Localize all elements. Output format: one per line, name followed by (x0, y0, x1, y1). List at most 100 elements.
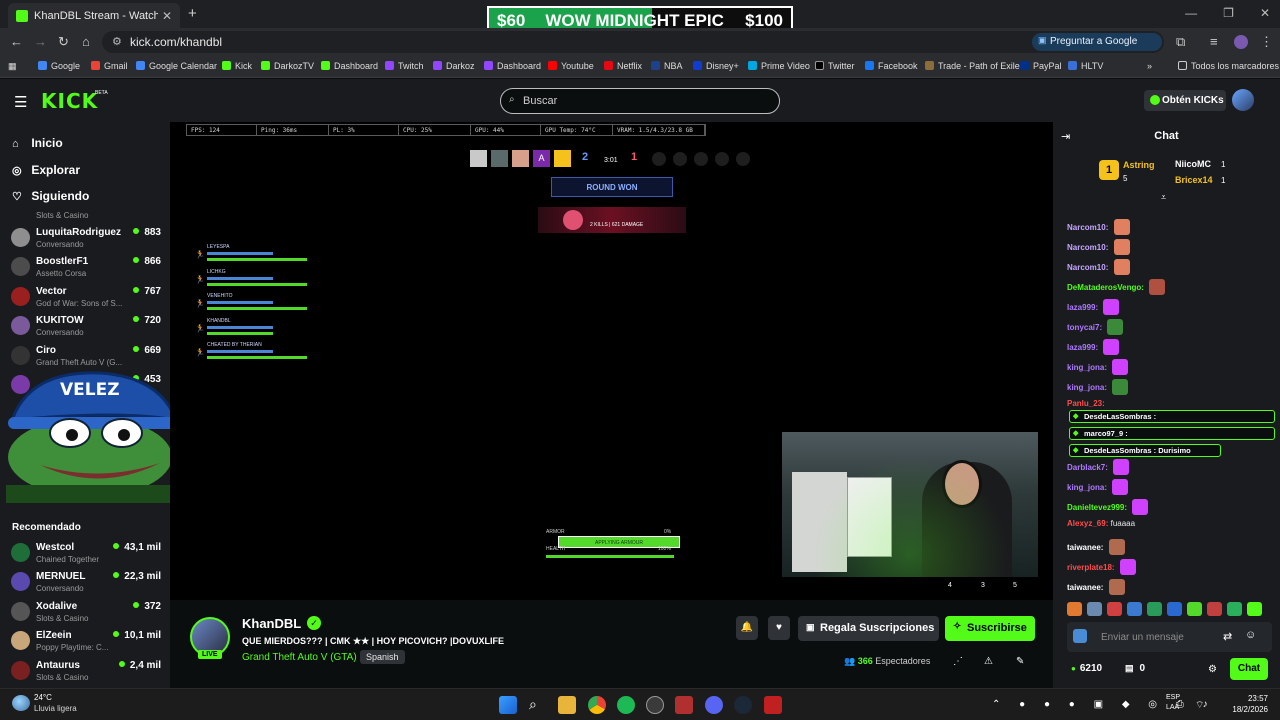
send-chat-button[interactable]: Chat (1230, 658, 1268, 680)
emote-button[interactable] (1207, 602, 1222, 616)
report-icon[interactable]: ⚠ (984, 656, 993, 667)
share-icon[interactable]: ⋰ (953, 656, 963, 667)
clock-time[interactable]: 23:57 (1228, 694, 1268, 703)
video-player[interactable]: FPS: 124 Ping: 36ms PL: 3% CPU: 25% GPU:… (170, 122, 1053, 600)
language-indicator[interactable]: ESP (1166, 694, 1180, 701)
bookmark-item[interactable]: Twitter (815, 61, 855, 71)
gift-subs-button[interactable]: Regala Suscripciones (798, 616, 939, 641)
emote-button[interactable] (1247, 602, 1262, 616)
emote-button[interactable] (1187, 602, 1202, 616)
close-window-icon[interactable]: ✕ (1260, 6, 1270, 20)
extensions-icon[interactable]: ⧉ (1176, 34, 1185, 50)
chrome-icon[interactable] (588, 696, 606, 714)
box-balance[interactable]: 0 (1125, 663, 1146, 674)
bookmark-item[interactable]: Gmail (91, 61, 128, 71)
recommended-channel[interactable]: Xodalive Slots & Casino 372 (11, 598, 161, 626)
following-channel[interactable]: BoostlerF1 Assetto Corsa 866 (11, 253, 161, 281)
bookmark-item[interactable]: Darkoz (433, 61, 475, 71)
ask-google-button[interactable]: Preguntar a Google (1032, 33, 1162, 51)
site-info-icon[interactable]: ⚙ (112, 35, 122, 48)
heart-icon[interactable]: ♥ (768, 616, 790, 640)
emote-button[interactable] (1087, 602, 1102, 616)
bookmark-item[interactable]: Disney+ (693, 61, 739, 71)
bookmark-item[interactable]: NBA (651, 61, 683, 71)
apps-grid-icon[interactable]: ▦ (8, 61, 17, 72)
hamburger-menu-icon[interactable]: ☰ (14, 93, 27, 111)
bookmark-item[interactable]: Trade - Path of Exile (925, 61, 1020, 71)
following-channel[interactable]: KUKITOW Conversando 720 (11, 312, 161, 340)
menu-icon[interactable]: ⋮ (1260, 34, 1273, 50)
recommended-channel[interactable]: MERNUEL Conversando 22,3 mil (11, 568, 161, 596)
home-icon[interactable]: ⌂ (82, 34, 90, 49)
streamer-name[interactable]: KhanDBL (242, 616, 301, 631)
bookmarks-overflow-icon[interactable]: » (1147, 61, 1152, 71)
reload-icon[interactable]: ↻ (58, 34, 69, 50)
translate-icon[interactable]: ⇄ (1223, 630, 1232, 643)
clock-date[interactable]: 18/2/2026 (1220, 705, 1268, 714)
bookmark-item[interactable]: HLTV (1068, 61, 1103, 71)
nav-following[interactable]: ♡ Siguiendo (12, 189, 89, 203)
following-channel[interactable]: Vector God of War: Sons of S... 767 (11, 283, 161, 311)
keyboard-layout[interactable]: LAA (1166, 704, 1179, 711)
bookmark-item[interactable]: Kick (222, 61, 252, 71)
forward-icon[interactable]: → (34, 34, 47, 49)
restore-icon[interactable]: ❐ (1223, 6, 1234, 20)
nav-explore[interactable]: ◎ Explorar (12, 163, 80, 177)
all-bookmarks[interactable]: Todos los marcadores (1178, 61, 1279, 71)
emote-button[interactable] (1067, 602, 1082, 616)
weather-icon[interactable] (12, 695, 30, 711)
valorant-icon[interactable] (675, 696, 693, 714)
search-icon[interactable]: ⌕ (529, 696, 547, 714)
bookmark-item[interactable]: Dashboard (484, 61, 541, 71)
bookmark-item[interactable]: Google (38, 61, 80, 71)
expand-leaderboard-icon[interactable]: ⩡ (1161, 192, 1166, 203)
chat-settings-icon[interactable]: ⚙ (1208, 664, 1217, 675)
leaderboard-user[interactable]: Astring (1123, 160, 1155, 170)
recommended-channel[interactable]: Antaurus Slots & Casino 2,4 mil (11, 657, 161, 685)
recommended-channel[interactable]: ElZeein Poppy Playtime: C... 10,1 mil (11, 627, 161, 655)
bookmark-item[interactable]: Google Calendar (136, 61, 217, 71)
app-icon[interactable] (646, 696, 664, 714)
subscribe-button[interactable]: Suscribirse (945, 616, 1035, 641)
bookmark-item[interactable]: Youtube (548, 61, 594, 71)
spotify-icon[interactable] (617, 696, 635, 714)
discord-icon[interactable] (705, 696, 723, 714)
bell-icon[interactable]: 🔔 (736, 616, 758, 640)
bookmark-item[interactable]: DarkozTV (261, 61, 314, 71)
emoji-icon[interactable]: ☺ (1245, 629, 1256, 641)
steam-icon[interactable] (734, 696, 752, 714)
bookmark-item[interactable]: Twitch (385, 61, 424, 71)
emote-button[interactable] (1127, 602, 1142, 616)
language-tag[interactable]: Spanish (360, 650, 405, 664)
url-field[interactable]: ⚙ kick.com/khandbl (102, 31, 1164, 53)
start-icon[interactable] (499, 696, 517, 714)
network-icon[interactable]: ⌔ (1195, 699, 1204, 712)
new-tab-icon[interactable]: + (188, 5, 197, 22)
file-explorer-icon[interactable] (558, 696, 576, 714)
close-tab-icon[interactable]: ✕ (162, 9, 172, 23)
clip-icon[interactable]: ✎ (1016, 656, 1024, 667)
minimize-icon[interactable]: — (1185, 6, 1197, 20)
emote-button[interactable] (1227, 602, 1242, 616)
user-avatar[interactable] (1232, 89, 1254, 111)
recommended-channel[interactable]: Westcol Chained Together 43,1 mil (11, 539, 161, 567)
leaderboard-user[interactable]: Bricex14 (1175, 175, 1213, 185)
kicks-balance[interactable]: 6210 (1071, 663, 1102, 674)
chat-input[interactable]: Enviar un mensaje ⇄ ☺ (1067, 622, 1272, 652)
bookmark-item[interactable]: PayPal (1020, 61, 1062, 71)
riot-icon[interactable] (764, 696, 782, 714)
get-kicks-button[interactable]: Obtén KICKs (1144, 90, 1226, 111)
bookmark-item[interactable]: Dashboard (321, 61, 378, 71)
emote-button[interactable] (1167, 602, 1182, 616)
following-channel[interactable]: LuquitaRodriguez Conversando 883 (11, 224, 161, 252)
system-tray[interactable]: ⌃ ● ● ● ▣ ◆ ◎ ⎙ ♪ (992, 699, 1216, 710)
emote-button[interactable] (1147, 602, 1162, 616)
bookmark-item[interactable]: Netflix (604, 61, 642, 71)
nav-home[interactable]: ⌂ Inicio (12, 136, 63, 150)
media-icon[interactable]: ≡ (1210, 34, 1218, 49)
profile-avatar[interactable] (1234, 35, 1248, 49)
stream-category[interactable]: Grand Theft Auto V (GTA) (242, 652, 357, 663)
leaderboard-user[interactable]: NiicoMC (1175, 159, 1211, 169)
browser-tab[interactable]: KhanDBL Stream - Watch Live o ✕ (8, 3, 180, 28)
bookmark-item[interactable]: Facebook (865, 61, 918, 71)
